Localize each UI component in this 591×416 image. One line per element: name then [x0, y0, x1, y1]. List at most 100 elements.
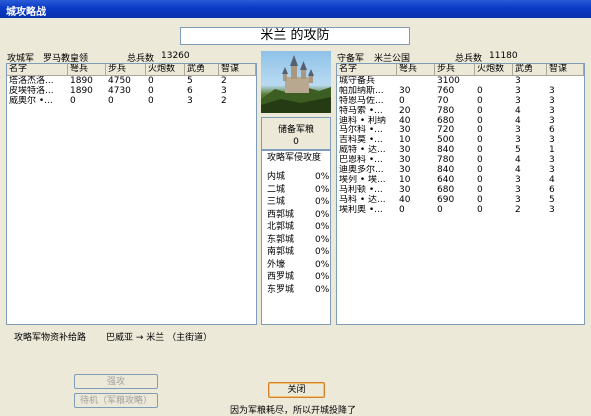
cell-name: 吉科莫 •...	[339, 135, 383, 146]
invasion-area: 外壕	[267, 259, 286, 270]
table-row[interactable]: 特恩马佐... 0 70 0 3 3	[337, 96, 584, 106]
cell-wisdom: 2	[221, 76, 227, 86]
assault-button[interactable]: 强攻	[74, 374, 158, 389]
status-message: 因为军粮耗尽，所以开城投降了	[230, 406, 357, 416]
table-row[interactable]: 城守备兵 3100 3	[337, 76, 584, 86]
cell-cannon: 0	[148, 95, 154, 106]
cell-wisdom: 4	[549, 174, 555, 185]
table-row[interactable]: 威奥尔 •... 0 0 0 3 2	[7, 96, 256, 106]
table-row[interactable]: 巴恩科 •... 30 780 0 4 3	[337, 155, 584, 165]
table-row[interactable]: 皮埃特洛... 1890 4730 0 6 3	[7, 86, 256, 96]
cell-name: 埃列 • 埃...	[339, 174, 386, 185]
cell-cannon: 0	[148, 85, 154, 96]
cell-name: 威奥尔 •...	[9, 95, 53, 106]
col-wisdom-header[interactable]: 智谋	[219, 64, 256, 75]
cell-crossbow: 40	[399, 115, 411, 126]
table-row[interactable]: 埃利奥 •... 0 0 0 2 3	[337, 205, 584, 215]
table-row[interactable]: 塔洛杰洛... 1890 4750 0 5 2	[7, 76, 256, 86]
cell-wisdom: 6	[549, 184, 555, 195]
table-row[interactable]: 马科 • 达... 40 690 0 3 5	[337, 195, 584, 205]
cell-wisdom: 3	[549, 165, 555, 175]
cell-infantry: 720	[437, 125, 455, 136]
cell-valor: 3	[515, 76, 521, 86]
cell-name: 特马索 •...	[339, 105, 383, 116]
cell-valor: 3	[515, 135, 521, 146]
cell-cannon: 0	[477, 194, 483, 205]
cell-wisdom: 3	[549, 204, 555, 215]
invasion-row: 西郭城 0%	[262, 209, 330, 222]
invasion-percent: 0%	[315, 172, 330, 182]
cell-infantry: 70	[437, 95, 449, 106]
cell-crossbow	[397, 76, 435, 86]
invasion-area: 北郭城	[267, 222, 295, 232]
cell-valor: 4	[515, 115, 521, 126]
col-crossbow-header[interactable]: 弩兵	[68, 64, 106, 75]
table-row[interactable]: 吉科莫 •... 10 500 0 3 3	[337, 135, 584, 145]
col-valor-header[interactable]: 武勇	[513, 64, 547, 75]
cell-crossbow: 30	[399, 145, 411, 156]
table-row[interactable]: 迪奥多尔... 30 840 0 4 3	[337, 165, 584, 175]
cell-name: 巴恩科 •...	[339, 155, 383, 166]
table-row[interactable]: 帕加纳斯... 30 760 0 3 3	[337, 86, 584, 96]
wait-button[interactable]: 待机（军粮攻略）	[74, 393, 158, 408]
cell-crossbow: 10	[399, 174, 411, 185]
table-row[interactable]: 埃列 • 埃... 10 640 0 3 4	[337, 175, 584, 185]
cell-name: 威特 • 达...	[339, 145, 386, 156]
cell-name: 城守备兵	[339, 76, 376, 86]
attacker-unit-list[interactable]: 名字 弩兵 步兵 火炮数 武勇 智谋 塔洛杰洛... 1890 4750 0 5 2 皮埃特…	[6, 63, 257, 325]
reserve-label: 储备军粮	[277, 125, 314, 135]
table-row[interactable]: 马利顿 •... 30 680 0 3 6	[337, 185, 584, 195]
col-infantry-header[interactable]: 步兵	[435, 64, 475, 75]
cell-cannon: 0	[477, 165, 483, 175]
col-infantry-header[interactable]: 步兵	[106, 64, 146, 75]
cell-wisdom: 3	[221, 85, 227, 96]
cell-cannon: 0	[477, 85, 483, 96]
cell-valor: 4	[515, 155, 521, 166]
invasion-percent: 0%	[315, 222, 330, 232]
cell-cannon: 0	[477, 184, 483, 195]
invasion-row: 二城 0%	[262, 184, 330, 197]
col-valor-header[interactable]: 武勇	[185, 64, 219, 75]
invasion-percent: 0%	[315, 197, 330, 207]
col-name-header[interactable]: 名字	[337, 64, 397, 75]
table-row[interactable]: 威特 • 达... 30 840 0 5 1	[337, 145, 584, 155]
cell-valor: 3	[515, 95, 521, 106]
invasion-area: 东郭城	[267, 234, 295, 245]
invasion-area: 内城	[267, 172, 286, 182]
cell-name: 皮埃特洛...	[9, 85, 54, 96]
invasion-area: 三城	[267, 197, 286, 207]
cell-infantry: 3100	[437, 76, 460, 86]
cell-infantry: 500	[437, 135, 455, 146]
col-name-header[interactable]: 名字	[7, 64, 68, 75]
invasion-percent: 0%	[315, 234, 330, 245]
invasion-row: 内城 0%	[262, 171, 330, 184]
cell-valor: 3	[515, 125, 521, 136]
col-cannon-header[interactable]: 火炮数	[475, 64, 513, 75]
invasion-panel: 攻略军侵攻度 内城 0% 二城 0% 三城 0% 西郭城 0% 北郭城 0% 东郭城 0% 南郭城 0% 外…	[261, 150, 331, 325]
table-row[interactable]: 迪科 • 利纳 40 680 0 4 3	[337, 116, 584, 126]
cell-infantry: 4750	[108, 76, 131, 86]
col-crossbow-header[interactable]: 弩兵	[397, 64, 435, 75]
cell-crossbow: 20	[399, 105, 411, 116]
table-row[interactable]: 特马索 •... 20 780 0 4 3	[337, 106, 584, 116]
invasion-row: 西罗城 0%	[262, 271, 330, 284]
cell-cannon: 0	[477, 204, 483, 215]
invasion-percent: 0%	[315, 209, 330, 220]
cell-crossbow: 10	[399, 135, 411, 146]
col-wisdom-header[interactable]: 智谋	[547, 64, 584, 75]
cell-name: 帕加纳斯...	[339, 85, 384, 96]
col-cannon-header[interactable]: 火炮数	[146, 64, 185, 75]
cell-crossbow: 1890	[70, 85, 93, 96]
cell-valor: 3	[515, 174, 521, 185]
window-title-bar: 城攻略战	[0, 0, 591, 18]
cell-name: 马科 • 达...	[339, 194, 386, 205]
invasion-row: 南郭城 0%	[262, 246, 330, 259]
cell-wisdom: 3	[549, 155, 555, 166]
cell-crossbow: 30	[399, 125, 411, 136]
invasion-area: 二城	[267, 184, 286, 195]
table-row[interactable]: 马尔科 •... 30 720 0 3 6	[337, 125, 584, 136]
cell-cannon: 0	[477, 105, 483, 116]
close-button[interactable]: 关闭	[268, 382, 325, 398]
invasion-percent: 0%	[315, 184, 330, 195]
defender-unit-list[interactable]: 名字 弩兵 步兵 火炮数 武勇 智谋 城守备兵 3100 3 帕加纳斯... 30 760…	[336, 63, 585, 325]
